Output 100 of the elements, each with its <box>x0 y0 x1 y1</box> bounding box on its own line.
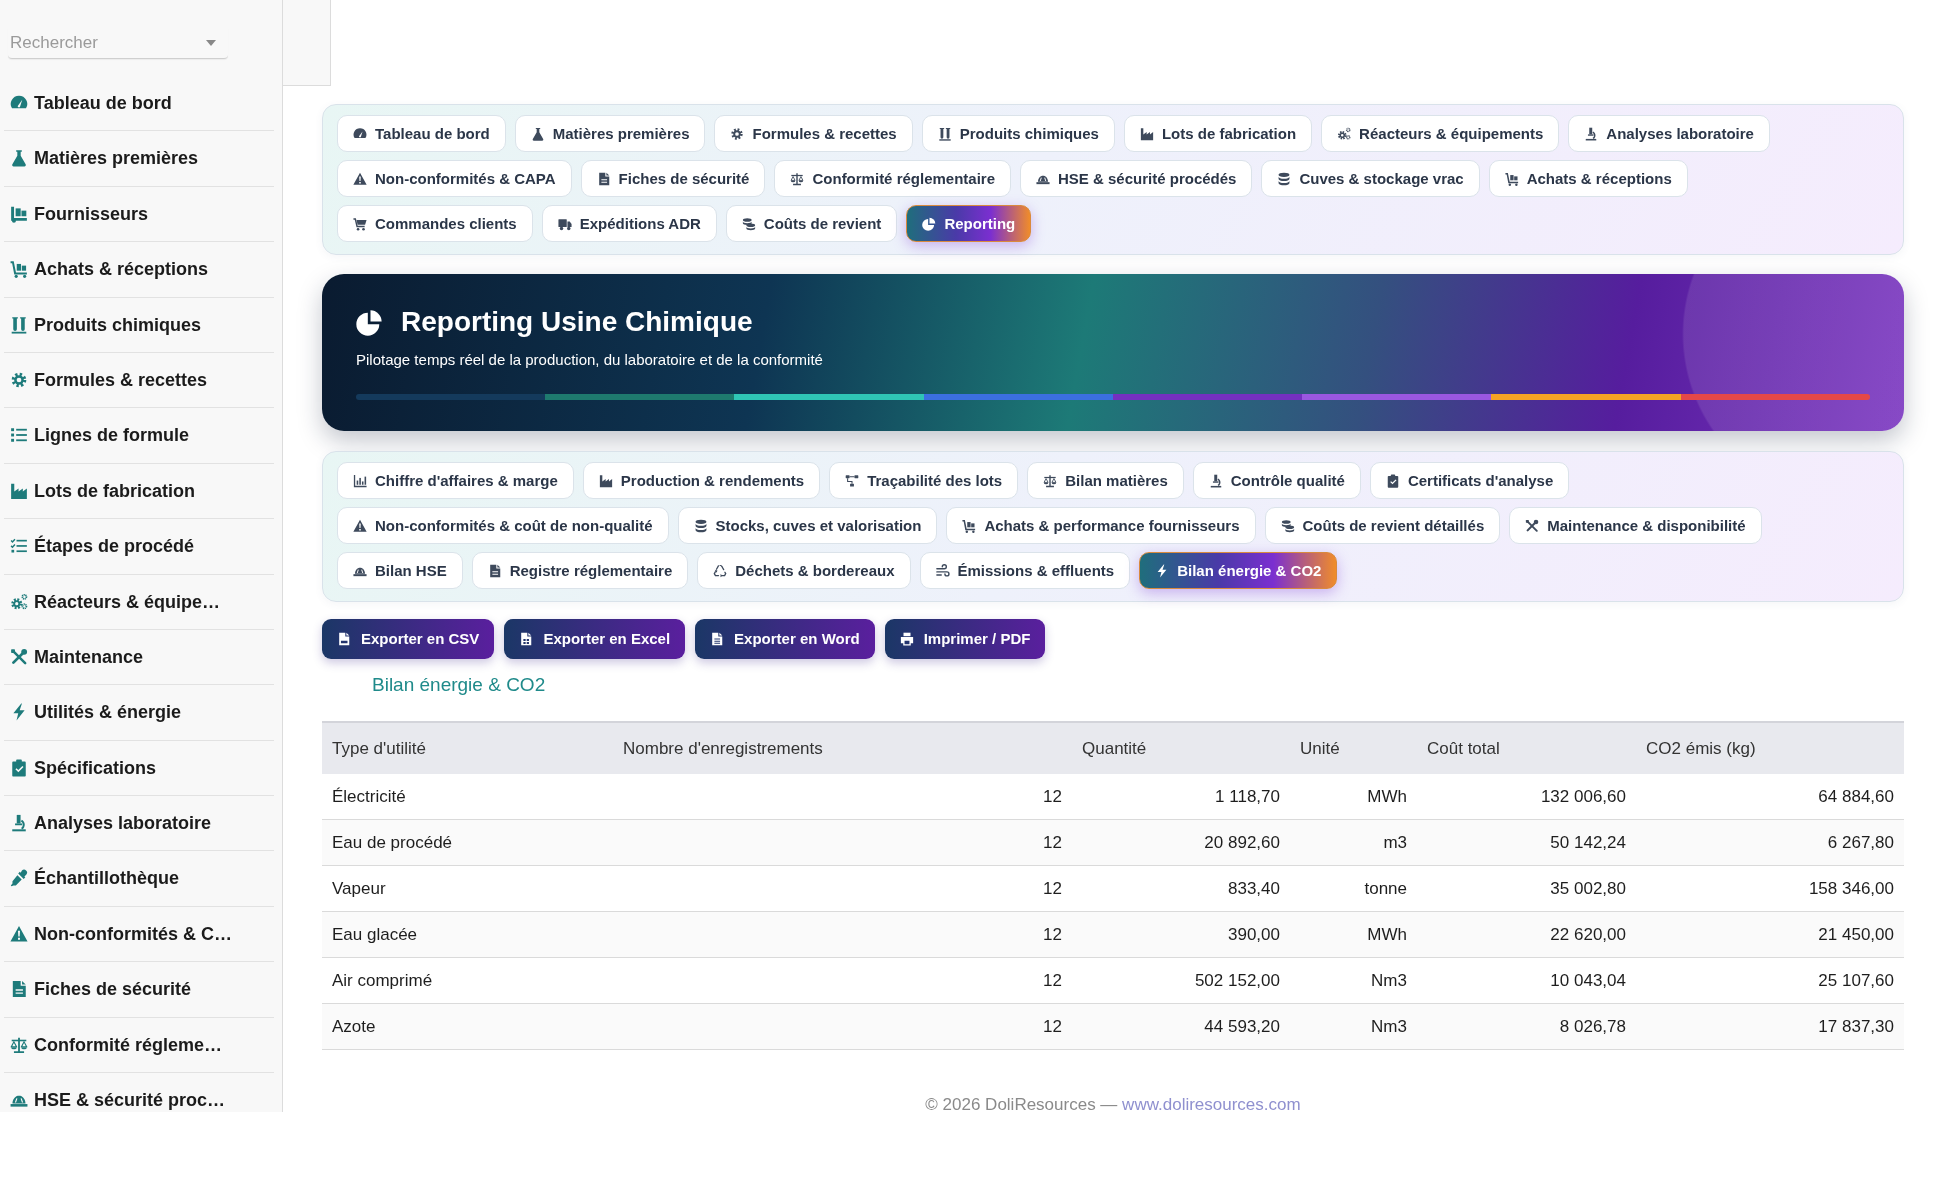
banner-subtitle: Pilotage temps réel de la production, du laboratoire et de la conformité <box>356 351 824 369</box>
table-cell: 20 892,60 <box>1072 819 1290 866</box>
tab[interactable]: Coûts de revient <box>725 205 898 242</box>
tab[interactable]: Expéditions ADR <box>541 205 717 242</box>
sidebar-item[interactable]: Analyses laboratoire <box>4 796 274 852</box>
sidebar-item[interactable]: Tableau de bord <box>4 76 274 132</box>
table-cell: MWh <box>1290 911 1417 958</box>
column-header: Coût total <box>1417 722 1636 774</box>
recycle-icon <box>713 563 728 578</box>
tab[interactable]: Non-conformités & coût de non-qualité <box>337 507 669 544</box>
export-button[interactable]: Exporter en CSV <box>322 619 495 659</box>
truck-icon <box>557 216 572 231</box>
tab[interactable]: Réacteurs & équipements <box>1321 115 1560 152</box>
tab[interactable]: Matières premières <box>514 115 706 152</box>
tab[interactable]: Chiffre d'affaires & marge <box>337 462 574 499</box>
tools-icon <box>1525 518 1540 533</box>
table-cell: 132 006,60 <box>1417 774 1636 820</box>
tab[interactable]: Certificats d'analyse <box>1369 462 1570 499</box>
column-header: Unité <box>1290 722 1417 774</box>
sidebar-item[interactable]: Lignes de formule <box>4 408 274 464</box>
sidebar-item[interactable]: Fournisseurs <box>4 186 274 243</box>
sidebar-item[interactable]: Utilités & énergie <box>4 685 274 741</box>
caret-down-icon <box>206 40 216 46</box>
sidebar-item[interactable]: HSE & sécurité proc… <box>4 1073 274 1113</box>
eyedropper-icon <box>10 869 28 888</box>
table-cell: Eau de procédé <box>322 819 613 866</box>
tab[interactable]: Stocks, cuves et valorisation <box>677 507 938 544</box>
tab[interactable]: Produits chimiques <box>921 115 1115 152</box>
tab[interactable]: Coûts de revient détaillés <box>1264 507 1501 544</box>
sidebar-item[interactable]: Non-conformités & C… <box>4 906 274 963</box>
tab[interactable]: Achats & performance fournisseurs <box>946 507 1256 544</box>
bar-chart-icon <box>353 473 367 488</box>
factory-icon <box>1139 126 1154 141</box>
tab[interactable]: Conformité réglementaire <box>774 160 1011 197</box>
sidebar-item[interactable]: Échantillothèque <box>4 851 274 907</box>
tab[interactable]: Déchets & bordereaux <box>697 552 911 589</box>
tab[interactable]: Commandes clients <box>337 205 533 242</box>
tab[interactable]: Cuves & stockage vrac <box>1261 160 1480 197</box>
sidebar-item[interactable]: Lots de fabrication <box>4 463 274 520</box>
tab[interactable]: Émissions & effluents <box>919 552 1131 589</box>
test-tubes-icon <box>937 126 952 141</box>
sidebar-item[interactable]: Fiches de sécurité <box>4 962 274 1018</box>
tab[interactable]: Registre réglementaire <box>471 552 689 589</box>
sidebar-item[interactable]: Matières premières <box>4 131 274 187</box>
tab[interactable]: Non-conformités & CAPA <box>337 160 572 197</box>
table-cell: Électricité <box>322 774 613 820</box>
warning-icon <box>10 924 28 943</box>
wind-icon <box>935 563 950 578</box>
balance-scale-icon <box>1043 473 1058 488</box>
column-header: Nombre d'enregistrements <box>613 722 1072 774</box>
print-button[interactable]: Imprimer / PDF <box>884 619 1046 659</box>
export-button[interactable]: Exporter en Excel <box>504 619 686 659</box>
list-icon <box>10 426 28 445</box>
sidebar-item[interactable]: Conformité régleme… <box>4 1017 274 1074</box>
sidebar-item[interactable]: Produits chimiques <box>4 297 274 353</box>
warning-icon <box>353 171 367 186</box>
sidebar-item[interactable]: Réacteurs & équipe… <box>4 574 274 630</box>
tab[interactable]: Bilan matières <box>1027 462 1184 499</box>
column-header: Quantité <box>1072 722 1290 774</box>
sidebar-item[interactable]: Étapes de procédé <box>4 519 274 575</box>
table-cell: 390,00 <box>1072 911 1290 958</box>
export-button[interactable]: Exporter en Word <box>695 619 875 659</box>
column-header: CO2 émis (kg) <box>1636 722 1904 774</box>
printer-icon <box>899 632 914 646</box>
gear-icon <box>730 126 745 141</box>
pie-chart-icon <box>356 308 383 336</box>
table-cell: 8 026,78 <box>1417 1003 1636 1050</box>
tab[interactable]: Maintenance & disponibilité <box>1509 507 1762 544</box>
table-cell: 10 043,04 <box>1417 957 1636 1004</box>
tab[interactable]: Traçabilité des lots <box>829 462 1019 499</box>
tab[interactable]: Bilan HSE <box>337 552 463 589</box>
tab[interactable]: Lots de fabrication <box>1123 115 1313 152</box>
document-icon <box>596 171 611 186</box>
table-cell: 12 <box>613 957 1072 1004</box>
table-cell: 6 267,80 <box>1636 819 1904 866</box>
tab[interactable]: Contrôle qualité <box>1192 462 1361 499</box>
table-cell: 25 107,60 <box>1636 957 1904 1004</box>
search-field[interactable]: Rechercher <box>8 28 228 59</box>
tab[interactable]: Fiches de sécurité <box>580 160 766 197</box>
tab[interactable]: Production & rendements <box>582 462 821 499</box>
flatbed-cart-icon <box>962 518 977 533</box>
sidebar-item[interactable]: Spécifications <box>4 740 274 797</box>
balance-scale-icon <box>10 1035 28 1054</box>
table-cell: 21 450,00 <box>1636 911 1904 958</box>
sidebar-item[interactable]: Formules & recettes <box>4 352 274 409</box>
gears-icon <box>1337 126 1352 141</box>
microscope-icon <box>1584 126 1599 141</box>
document-icon <box>10 980 28 999</box>
tab[interactable]: Tableau de bord <box>337 115 506 152</box>
sidebar-item[interactable]: Maintenance <box>4 629 274 686</box>
tab[interactable]: Achats & réceptions <box>1488 160 1688 197</box>
tab[interactable]: Reporting <box>906 205 1032 242</box>
factory-icon <box>10 481 28 500</box>
tab[interactable]: HSE & sécurité procédés <box>1020 160 1253 197</box>
tab[interactable]: Formules & recettes <box>714 115 913 152</box>
tab[interactable]: Analyses laboratoire <box>1568 115 1770 152</box>
balance-scale-icon <box>790 171 805 186</box>
microscope-icon <box>1208 473 1223 488</box>
sidebar-item[interactable]: Achats & réceptions <box>4 242 274 298</box>
tab[interactable]: Bilan énergie & CO2 <box>1139 552 1338 589</box>
